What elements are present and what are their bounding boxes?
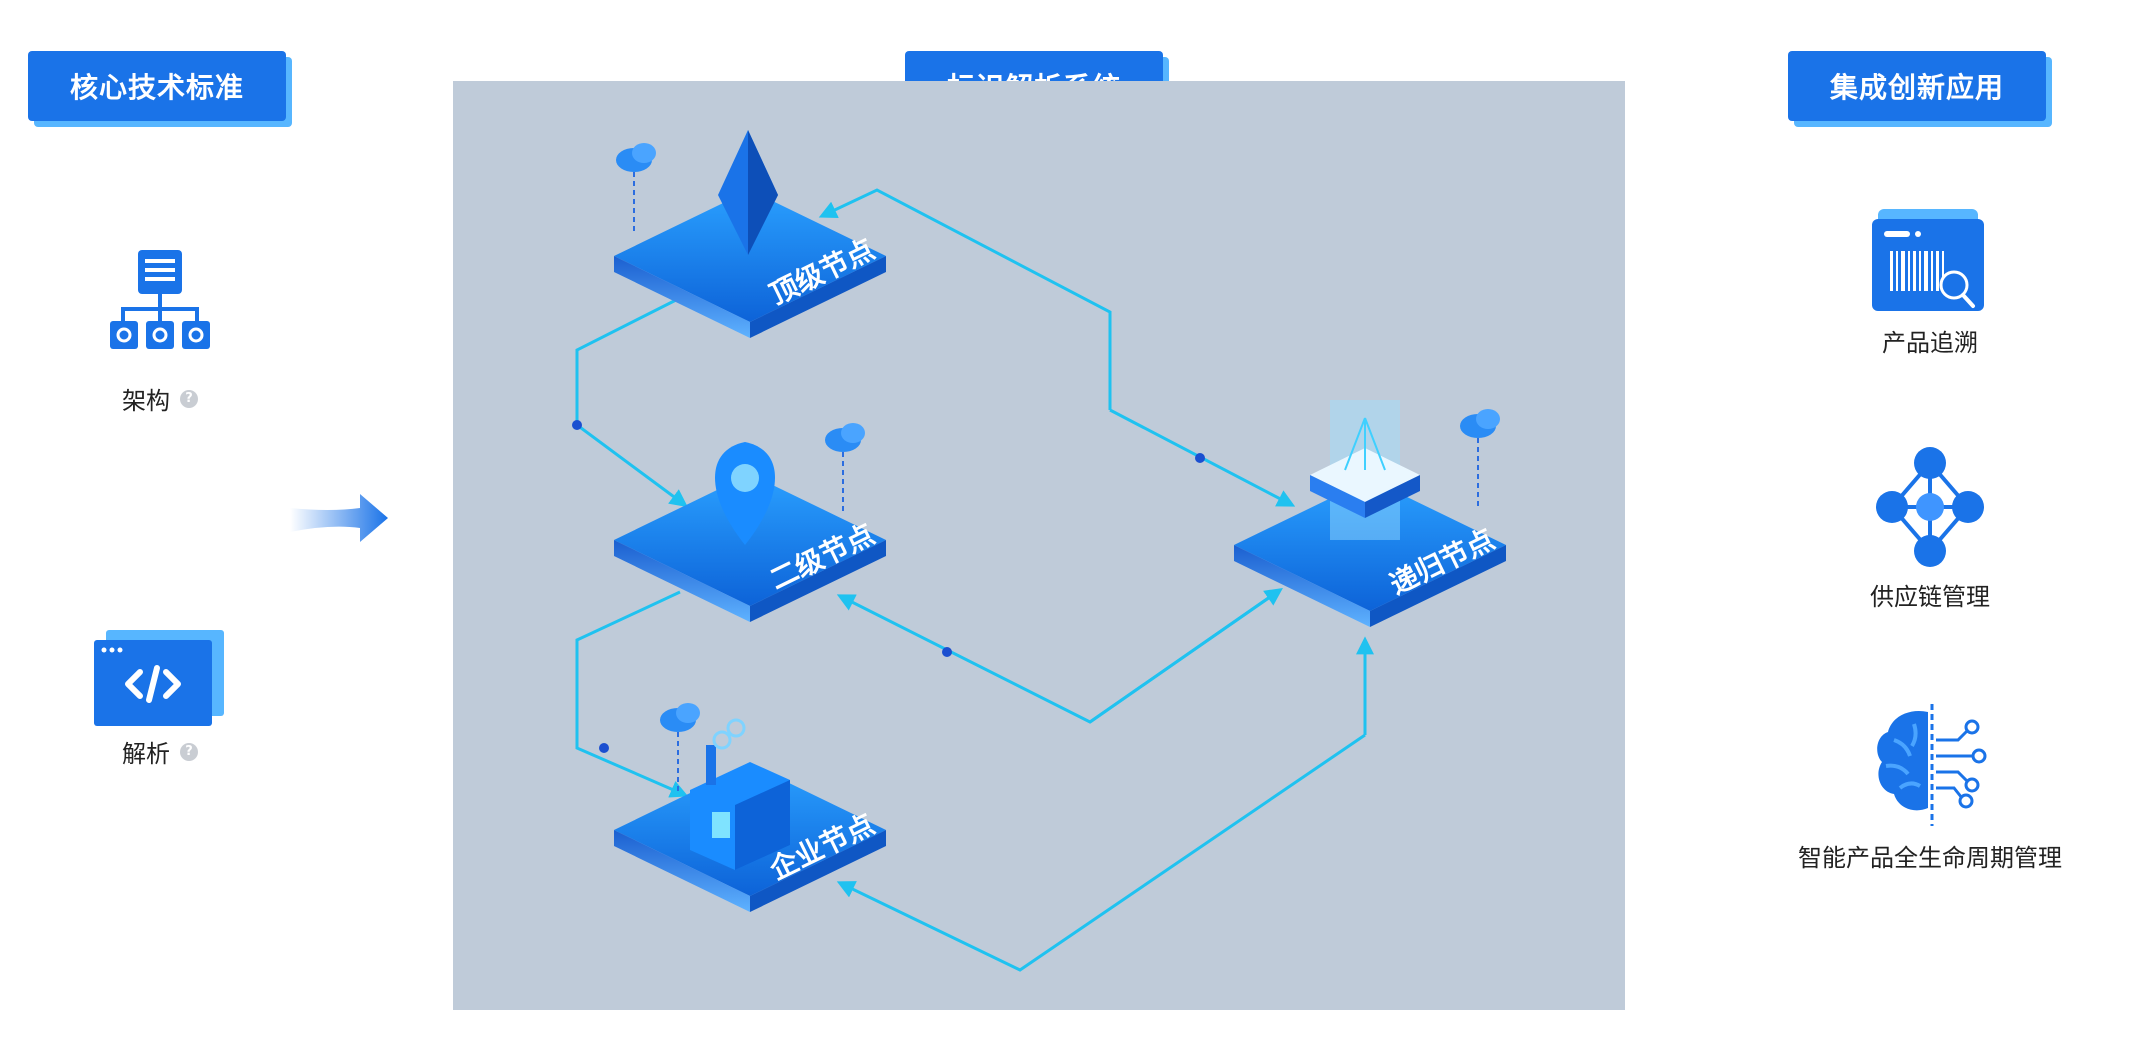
supply-chain-text: 供应链管理 (1870, 583, 1990, 611)
supply-chain-label: 供应链管理 (1870, 577, 1990, 612)
barcode-search-icon (1872, 209, 1984, 311)
supply-chain-item[interactable]: 供应链管理 (1830, 445, 2030, 612)
cloud-icon (1460, 409, 1500, 510)
enterprise-node[interactable]: 企业节点 (614, 703, 886, 912)
cloud-icon (660, 703, 700, 795)
factory-icon (690, 718, 790, 870)
lifecycle-item[interactable]: 智能产品全生命周期管理 (1760, 700, 2100, 873)
ai-brain-icon (1877, 704, 1987, 826)
cloud-icon (616, 143, 656, 235)
product-traceability-text: 产品追溯 (1882, 329, 1978, 357)
product-traceability-label: 产品追溯 (1882, 323, 1978, 358)
lifecycle-text: 智能产品全生命周期管理 (1798, 844, 2062, 872)
node-network-diagram: 顶级节点 二级节点 企业节点 递归节点 (572, 130, 1506, 972)
secondary-node[interactable]: 二级节点 (614, 423, 886, 622)
network-nodes-icon (1876, 447, 1984, 567)
junction-dots (572, 420, 1205, 753)
top-level-node[interactable]: 顶级节点 (614, 130, 886, 338)
lifecycle-label: 智能产品全生命周期管理 (1798, 838, 2062, 873)
product-traceability-item[interactable]: 产品追溯 (1830, 205, 2030, 358)
cloud-icon (825, 423, 865, 515)
